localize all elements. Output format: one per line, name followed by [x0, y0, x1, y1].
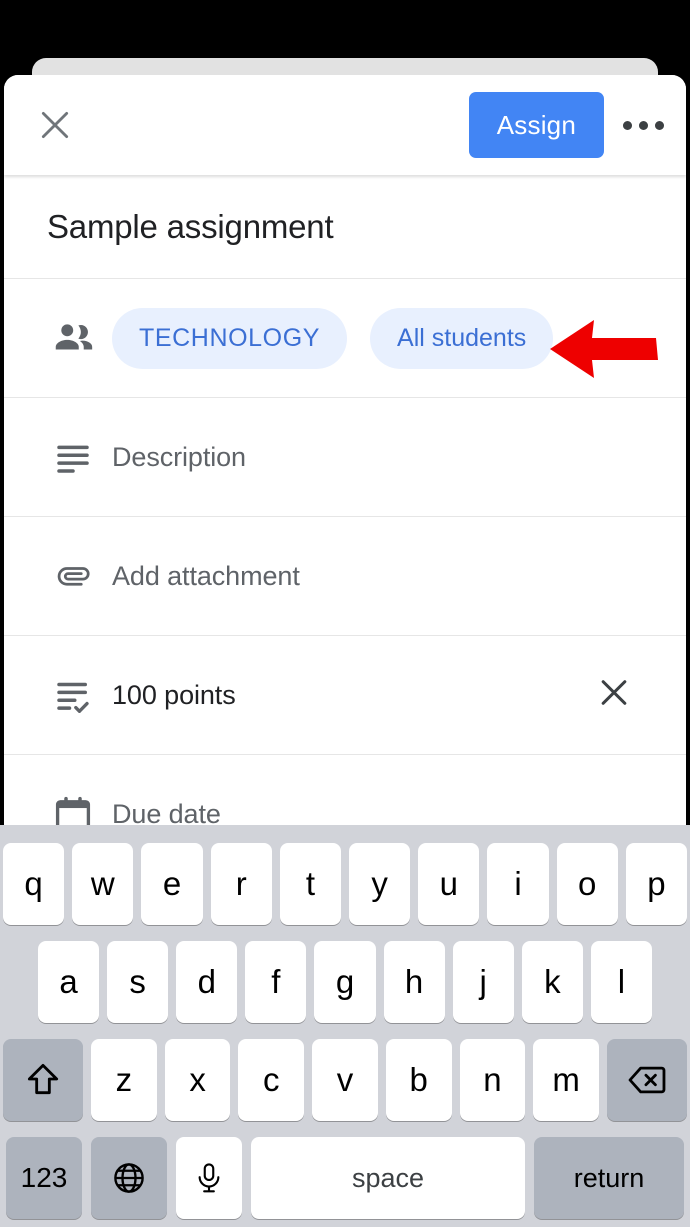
- key-b[interactable]: b: [385, 1039, 452, 1121]
- numbers-key[interactable]: 123: [6, 1137, 82, 1219]
- more-options-icon: [638, 120, 648, 130]
- keyboard-row-1: q w e r t y u i o p: [0, 835, 690, 933]
- assignment-sheet: Assign Sample assignment TECHNOLOGY All …: [4, 75, 686, 827]
- key-v[interactable]: v: [312, 1039, 378, 1121]
- key-e[interactable]: e: [141, 843, 203, 925]
- microphone-icon: [198, 1163, 220, 1193]
- due-date-row[interactable]: Due date: [4, 755, 686, 827]
- calendar-icon: [55, 796, 91, 827]
- clear-icon: [601, 680, 627, 705]
- key-r[interactable]: r: [210, 843, 272, 925]
- shift-icon: [27, 1063, 59, 1095]
- chip-class[interactable]: TECHNOLOGY: [112, 307, 348, 369]
- key-g[interactable]: g: [314, 941, 376, 1023]
- key-q[interactable]: q: [2, 843, 65, 925]
- space-key[interactable]: space: [251, 1137, 525, 1219]
- key-j[interactable]: j: [452, 941, 514, 1023]
- clear-points-button[interactable]: [594, 673, 634, 718]
- backspace-key[interactable]: [607, 1039, 688, 1121]
- key-u[interactable]: u: [418, 843, 480, 925]
- description-icon-wrap: [34, 436, 112, 478]
- assignment-title: Sample assignment: [47, 207, 334, 245]
- key-o[interactable]: o: [556, 843, 618, 925]
- key-l[interactable]: l: [590, 941, 652, 1023]
- description-row[interactable]: Description: [4, 398, 686, 517]
- points-row[interactable]: 100 points: [4, 636, 686, 755]
- description-label: Description: [112, 441, 246, 472]
- key-a[interactable]: a: [38, 941, 100, 1023]
- return-key[interactable]: return: [534, 1137, 684, 1219]
- key-m[interactable]: m: [533, 1039, 600, 1121]
- key-w[interactable]: w: [72, 843, 134, 925]
- phone-screen: Assign Sample assignment TECHNOLOGY All …: [0, 0, 690, 1227]
- key-h[interactable]: h: [383, 941, 445, 1023]
- audience-chips: TECHNOLOGY All students: [112, 307, 554, 369]
- key-p[interactable]: p: [625, 843, 688, 925]
- key-z[interactable]: z: [90, 1039, 157, 1121]
- key-y[interactable]: y: [349, 843, 411, 925]
- key-d[interactable]: d: [176, 941, 238, 1023]
- key-s[interactable]: s: [107, 941, 169, 1023]
- audience-row[interactable]: TECHNOLOGY All students: [4, 279, 686, 398]
- close-button[interactable]: [26, 96, 84, 154]
- app-bar: Assign: [4, 75, 686, 175]
- globe-icon: [114, 1163, 144, 1193]
- keyboard-row-4: 123 space return: [0, 1129, 690, 1227]
- points-icon-wrap: [34, 674, 112, 716]
- attachment-icon-wrap: [34, 554, 112, 598]
- key-x[interactable]: x: [164, 1039, 231, 1121]
- key-k[interactable]: k: [521, 941, 583, 1023]
- more-options-icon: [622, 120, 632, 130]
- key-t[interactable]: t: [279, 843, 341, 925]
- more-options-icon: [654, 120, 664, 130]
- people-icon: [55, 324, 93, 350]
- attachment-icon: [57, 567, 90, 586]
- attachment-row[interactable]: Add attachment: [4, 517, 686, 636]
- chip-students[interactable]: All students: [370, 307, 554, 369]
- shift-key[interactable]: [2, 1039, 83, 1121]
- key-f[interactable]: f: [245, 941, 307, 1023]
- attachment-label: Add attachment: [112, 560, 300, 591]
- keyboard-row-3: z x c v b n m: [0, 1031, 690, 1129]
- due-date-label: Due date: [112, 798, 221, 828]
- backspace-icon: [628, 1066, 666, 1094]
- assign-button[interactable]: Assign: [468, 92, 604, 158]
- close-icon: [41, 111, 69, 139]
- people-icon-wrap: [34, 315, 112, 361]
- calendar-icon-wrap: [34, 793, 112, 827]
- microphone-key[interactable]: [176, 1137, 242, 1219]
- key-i[interactable]: i: [487, 843, 549, 925]
- assignment-title-row[interactable]: Sample assignment: [4, 175, 686, 279]
- more-options-button[interactable]: [612, 96, 674, 154]
- description-icon: [57, 445, 89, 473]
- key-n[interactable]: n: [459, 1039, 526, 1121]
- points-icon: [57, 682, 89, 713]
- keyboard-row-2: a s d f g h j k l: [0, 933, 690, 1031]
- globe-key[interactable]: [91, 1137, 167, 1219]
- key-c[interactable]: c: [238, 1039, 305, 1121]
- on-screen-keyboard: q w e r t y u i o p a s d f g h j k l z …: [0, 825, 690, 1227]
- points-label: 100 points: [112, 679, 236, 710]
